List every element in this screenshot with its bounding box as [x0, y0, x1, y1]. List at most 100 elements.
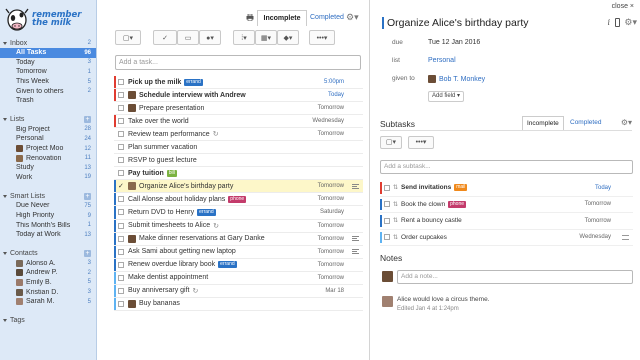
task-row[interactable]: Submit timesheets to Alice ↻ Tomorrow	[114, 219, 363, 233]
task-row[interactable]: Plan summer vacation	[114, 141, 363, 155]
task-checkbox[interactable]	[118, 235, 124, 242]
sidebar-item[interactable]: Work 19	[0, 173, 96, 183]
sidebar-item[interactable]: Andrew P. 2	[0, 268, 96, 278]
task-checkbox[interactable]	[118, 287, 124, 294]
subtask-checkbox[interactable]	[384, 234, 390, 241]
sidebar-item[interactable]: Sarah M. 5	[0, 297, 96, 307]
task-row[interactable]: Ask Sami about getting new laptop Tomorro…	[114, 245, 363, 259]
tab-incomplete[interactable]: Incomplete	[257, 10, 307, 26]
task-row[interactable]: Prepare presentation Tomorrow	[114, 102, 363, 116]
task-checkbox[interactable]	[118, 92, 124, 99]
sidebar-item[interactable]: Kristian D. 3	[0, 287, 96, 297]
add-subtask-input[interactable]: Add a subtask...	[380, 160, 633, 174]
task-tag[interactable]: errand	[197, 208, 216, 216]
task-row[interactable]: Pay tuition bill	[114, 167, 363, 181]
task-row[interactable]: Take over the world Wednesday	[114, 115, 363, 129]
section-smart-lists[interactable]: Smart Lists +	[0, 191, 96, 201]
task-title[interactable]: Organize Alice's birthday party	[382, 17, 529, 29]
subtasks-tab-incomplete[interactable]: Incomplete	[522, 116, 564, 130]
add-note-input[interactable]: Add a note...	[397, 270, 633, 284]
task-tag[interactable]: errand	[184, 78, 203, 86]
section-contacts[interactable]: Contacts +	[0, 249, 96, 259]
task-checkbox[interactable]	[118, 170, 124, 177]
gear-icon[interactable]: ⚙▾	[621, 118, 632, 127]
sidebar-item[interactable]: Project Moo 12	[0, 144, 96, 154]
task-row[interactable]: Make dentist appointment Tomorrow	[114, 271, 363, 285]
subtasks-tab-completed[interactable]: Completed	[567, 116, 604, 130]
subtask-select-button[interactable]: ▢▾	[380, 136, 402, 149]
task-row[interactable]: RSVP to guest lecture	[114, 154, 363, 168]
collapse-triangle-icon[interactable]	[3, 252, 7, 255]
task-checkbox[interactable]	[118, 300, 124, 307]
sidebar-item[interactable]: Study 13	[0, 163, 96, 173]
task-checkbox[interactable]	[118, 196, 124, 203]
task-checkbox[interactable]	[118, 157, 124, 164]
task-checkbox[interactable]	[118, 274, 124, 281]
task-row[interactable]: Buy bananas	[114, 297, 363, 311]
task-row[interactable]: Pick up the milk errand 5:00pm	[114, 76, 363, 90]
section-inbox[interactable]: Inbox 2	[0, 38, 96, 48]
sidebar-item[interactable]: Personal 24	[0, 134, 96, 144]
sidebar-item[interactable]: This Month's Bills 1	[0, 220, 96, 230]
sidebar-item[interactable]: Given to others 2	[0, 86, 96, 96]
task-tag[interactable]: bill	[166, 169, 177, 177]
sidebar-item[interactable]: Renovation 11	[0, 153, 96, 163]
sidebar-item[interactable]: Big Project 28	[0, 125, 96, 135]
add-smart-list-plus-icon[interactable]: +	[84, 192, 91, 200]
subtask-row[interactable]: ⇅ Rent a bouncy castle Tomorrow	[380, 213, 633, 230]
select-button[interactable]: ▢▾	[115, 30, 141, 45]
add-list-plus-icon[interactable]: +	[84, 116, 91, 124]
sidebar-item[interactable]: Trash	[0, 96, 96, 106]
checkmark-icon[interactable]: ✓	[118, 182, 124, 190]
subtask-checkbox[interactable]	[384, 217, 390, 224]
task-checkbox[interactable]	[118, 79, 124, 86]
task-checkbox[interactable]	[118, 261, 124, 268]
task-row[interactable]: Renew overdue library book errand Tomorrow	[114, 258, 363, 272]
task-row[interactable]: Make dinner reservations at Gary Danke To…	[114, 232, 363, 246]
add-field-button[interactable]: Add field ▾	[428, 91, 465, 102]
task-tag[interactable]: phone	[228, 195, 247, 203]
sidebar-item[interactable]: Emily B. 5	[0, 278, 96, 288]
sidebar-item[interactable]: Today at Work 13	[0, 230, 96, 240]
logo[interactable]: remember the milk	[0, 0, 96, 38]
sidebar-item[interactable]: All Tasks 96	[0, 48, 96, 58]
collapse-triangle-icon[interactable]	[3, 41, 7, 45]
task-checkbox[interactable]	[118, 222, 124, 229]
task-row[interactable]: Schedule interview with Andrew Today	[114, 89, 363, 103]
subtask-row[interactable]: ⇅ Order cupcakes Wednesday	[380, 230, 633, 246]
task-tag[interactable]: errand	[218, 261, 237, 269]
tab-completed[interactable]: Completed	[307, 10, 347, 26]
collapse-triangle-icon[interactable]	[3, 194, 7, 198]
postpone-button[interactable]: ▭	[177, 30, 199, 45]
subtask-tag[interactable]: mail	[454, 184, 468, 192]
task-row[interactable]: Call Alonse about holiday plans phone Tomo…	[114, 193, 363, 207]
priority-button[interactable]: ⁞▾	[233, 30, 255, 45]
given-to-value[interactable]: Bob T. Monkey	[428, 75, 485, 83]
sidebar-item[interactable]: This Week 5	[0, 77, 96, 87]
tags-button[interactable]: ◆▾	[277, 30, 299, 45]
task-row[interactable]: Buy anniversary gift ↻ Mar 18	[114, 284, 363, 298]
subtask-row[interactable]: ⇅ Book the clown phone Tomorrow	[380, 197, 633, 213]
close-button[interactable]: close ×	[612, 3, 634, 10]
subtask-checkbox[interactable]	[384, 184, 390, 191]
more-button[interactable]: •••▾	[309, 30, 335, 45]
task-checkbox[interactable]	[118, 209, 124, 216]
add-task-input[interactable]: Add a task...	[115, 55, 361, 70]
subtask-more-button[interactable]: •••▾	[408, 136, 434, 149]
complete-button[interactable]: ✓	[153, 30, 177, 45]
task-checkbox[interactable]	[118, 131, 124, 138]
list-value[interactable]: Personal	[428, 57, 456, 64]
due-value[interactable]: Tue 12 Jan 2016	[428, 39, 480, 46]
task-checkbox[interactable]	[118, 144, 124, 151]
task-row[interactable]: Return DVD to Henry errand Saturday	[114, 206, 363, 220]
task-checkbox[interactable]	[118, 118, 124, 125]
subtask-checkbox[interactable]	[384, 201, 390, 208]
add-contact-plus-icon[interactable]: +	[84, 250, 91, 257]
sidebar-item[interactable]: Alonso A. 3	[0, 259, 96, 269]
subtask-tag[interactable]: phone	[448, 200, 467, 208]
mobile-icon[interactable]	[615, 18, 620, 27]
gear-icon[interactable]: ⚙▾	[624, 17, 637, 28]
task-checkbox[interactable]	[118, 105, 124, 112]
print-icon[interactable]	[246, 14, 254, 21]
section-tags[interactable]: Tags	[0, 315, 96, 325]
